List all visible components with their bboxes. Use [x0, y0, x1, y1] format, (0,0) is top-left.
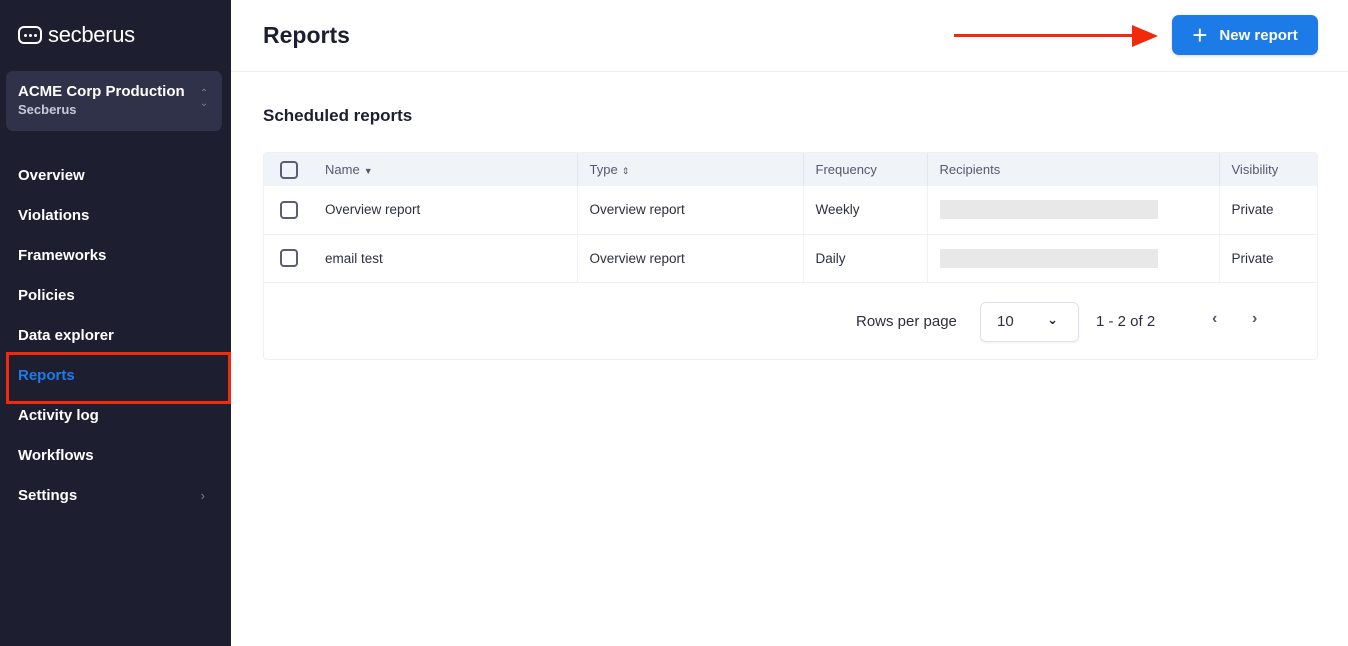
logo-text: secberus [48, 22, 135, 47]
redacted-recipients [939, 200, 1158, 220]
cell-visibility: Private [1219, 186, 1317, 235]
sidebar-item-data-explorer[interactable]: Data explorer [0, 315, 231, 355]
main-content: Reports + New report Scheduled reports N… [231, 0, 1348, 646]
arrow-head [1132, 25, 1158, 47]
cell-recipients [927, 186, 1220, 235]
previous-page-button[interactable]: ‹ [1212, 310, 1217, 328]
sidebar-item-workflows[interactable]: Workflows [0, 435, 231, 475]
rows-per-page-value: 10 [997, 313, 1014, 330]
sidebar-item-label: Settings [18, 486, 78, 504]
org-subtitle: Secberus [18, 102, 77, 117]
table-row[interactable]: email test Overview report Daily Private [264, 234, 1317, 283]
page-header: Reports + New report [231, 0, 1348, 72]
section-title: Scheduled reports [263, 106, 413, 125]
column-header-visibility: Visibility [1219, 153, 1317, 186]
cell-frequency: Daily [803, 234, 928, 283]
table-row[interactable]: Overview report Overview report Weekly P… [264, 186, 1317, 235]
sidebar-item-overview[interactable]: Overview [0, 155, 231, 195]
row-select-cell [264, 234, 313, 283]
column-label: Name [325, 162, 360, 177]
rows-per-page-label: Rows per page [856, 313, 957, 330]
sidebar-nav: Overview Violations Frameworks Policies … [0, 155, 231, 515]
sidebar-item-policies[interactable]: Policies [0, 275, 231, 315]
plus-icon: + [1192, 20, 1208, 50]
reports-table: Name ▼ Type ⇕ Frequency Recipients Visibil… [263, 152, 1318, 360]
org-switcher[interactable]: ACME Corp Production Secberus ⌃ ⌄ [6, 71, 222, 131]
new-report-label: New report [1219, 26, 1298, 44]
secberus-logo-icon [18, 26, 42, 44]
arrow-line [954, 34, 1138, 37]
sort-icon: ⇕ [621, 166, 630, 176]
column-label: Recipients [939, 162, 1001, 177]
column-label: Visibility [1231, 162, 1279, 177]
sidebar-item-frameworks[interactable]: Frameworks [0, 235, 231, 275]
row-checkbox[interactable] [280, 200, 298, 219]
column-label: Frequency [815, 162, 877, 177]
column-header-name[interactable]: Name ▼ [313, 153, 578, 186]
sidebar-item-reports[interactable]: Reports [0, 352, 231, 404]
table-header-row: Name ▼ Type ⇕ Frequency Recipients Visibil… [264, 153, 1317, 186]
annotation-arrow [954, 25, 1188, 47]
cell-name[interactable]: email test [313, 234, 578, 283]
sidebar-item-label: Frameworks [18, 246, 107, 264]
select-all-cell [264, 153, 313, 186]
column-header-recipients: Recipients [927, 153, 1220, 186]
row-select-cell [264, 186, 313, 235]
pagination: Rows per page 10 ⌄ 1 - 2 of 2 ‹ › [264, 282, 1317, 359]
row-checkbox[interactable] [280, 249, 298, 267]
logo[interactable]: secberus [18, 22, 135, 48]
cell-type: Overview report [577, 234, 804, 283]
cell-recipients [927, 234, 1220, 283]
pagination-range: 1 - 2 of 2 [1096, 313, 1156, 330]
cell-frequency: Weekly [803, 186, 928, 235]
sort-desc-icon: ▼ [363, 166, 373, 176]
cell-visibility: Private [1219, 234, 1317, 283]
sidebar-item-label: Data explorer [18, 326, 114, 344]
page-title: Reports [263, 22, 350, 48]
sidebar-item-label: Reports [18, 366, 75, 384]
column-header-frequency: Frequency [803, 153, 928, 186]
sidebar-item-label: Violations [18, 206, 90, 224]
rows-per-page-select[interactable]: 10 ⌄ [980, 302, 1079, 342]
sidebar-item-activity-log[interactable]: Activity log [0, 395, 231, 435]
sidebar-item-violations[interactable]: Violations [0, 195, 231, 235]
chevron-down-icon: ⌄ [1047, 312, 1058, 327]
sidebar-item-label: Workflows [18, 446, 94, 464]
sidebar: secberus ACME Corp Production Secberus ⌃… [0, 0, 231, 646]
next-page-button[interactable]: › [1252, 310, 1257, 328]
org-name: ACME Corp Production [18, 83, 185, 100]
select-all-checkbox[interactable] [280, 160, 298, 179]
column-header-type[interactable]: Type ⇕ [577, 153, 804, 186]
chevron-up-down-icon: ⌃ ⌄ [199, 88, 209, 109]
column-label: Type [589, 162, 618, 177]
chevron-right-icon: › [200, 487, 205, 503]
cell-type: Overview report [577, 186, 804, 235]
sidebar-item-label: Overview [18, 166, 85, 184]
sidebar-item-label: Activity log [18, 406, 99, 424]
redacted-recipients [939, 248, 1158, 268]
sidebar-item-label: Policies [18, 286, 75, 304]
new-report-button[interactable]: + New report [1172, 15, 1318, 55]
cell-name[interactable]: Overview report [313, 186, 578, 235]
sidebar-item-settings[interactable]: Settings › [0, 475, 231, 515]
